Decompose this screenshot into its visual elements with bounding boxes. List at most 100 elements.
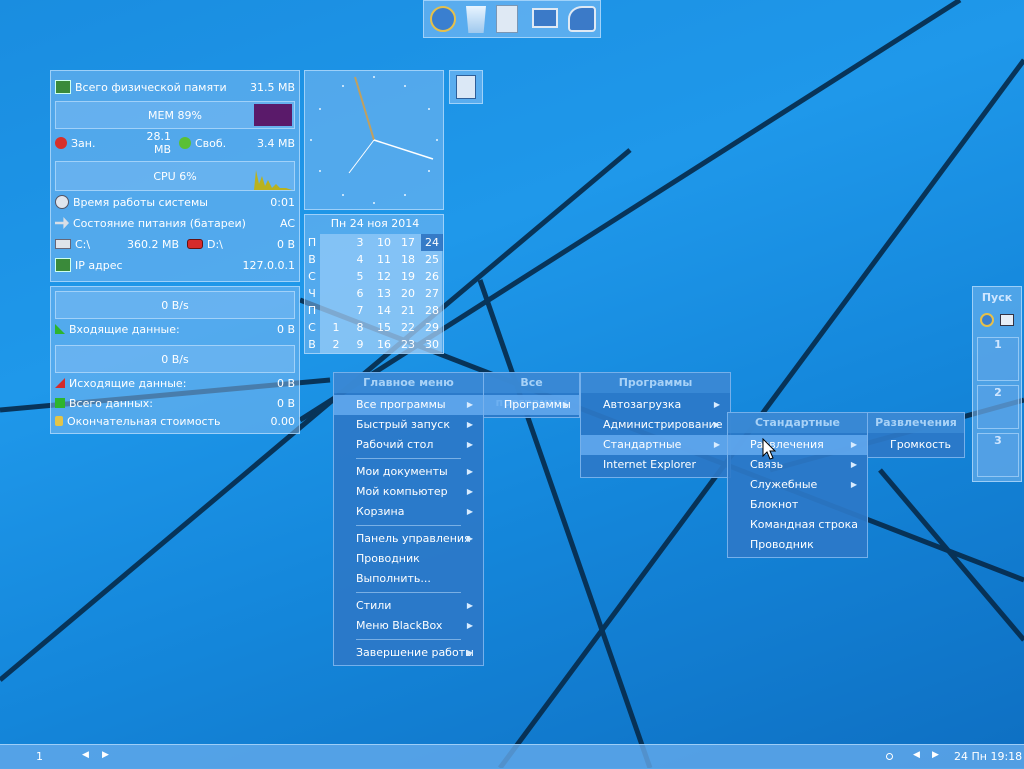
menu-item-accessories[interactable]: Стандартные ▶ — [581, 435, 730, 455]
memory-usage-label: MEM 89% — [148, 108, 202, 122]
calendar-today[interactable]: 24 — [421, 234, 443, 251]
ie-tray-icon[interactable] — [980, 313, 994, 327]
calendar-day[interactable]: 9 — [349, 336, 371, 353]
internet-explorer-icon[interactable] — [430, 6, 456, 32]
calendar-day[interactable]: 18 — [397, 251, 419, 268]
menu-item-desktop[interactable]: Рабочий стол ▶ — [334, 435, 483, 455]
total-data-label: Всего данных: — [69, 396, 153, 410]
calendar-day[interactable]: 20 — [397, 285, 419, 302]
calendar-day[interactable]: 2 — [325, 336, 347, 353]
menu-item-internet-explorer[interactable]: Internet Explorer — [581, 455, 730, 475]
calendar-day[interactable]: 15 — [373, 319, 395, 336]
menu-separator — [334, 589, 483, 596]
entertainment-menu: Развлечения Громкость — [867, 412, 965, 458]
menu-item-quick-launch[interactable]: Быстрый запуск ▶ — [334, 415, 483, 435]
workspace-1[interactable]: 1 — [977, 337, 1019, 381]
drive-c-value: 360.2 MB — [126, 237, 179, 251]
arrow-in-icon — [55, 324, 65, 334]
calendar-day[interactable]: 25 — [421, 251, 443, 268]
menu-item-administration[interactable]: Администрирование ▶ — [581, 415, 730, 435]
calendar-day[interactable]: 11 — [373, 251, 395, 268]
calendar-day[interactable]: 13 — [373, 285, 395, 302]
calendar-day[interactable]: 4 — [349, 251, 371, 268]
menu-item-recycle-bin[interactable]: Корзина ▶ — [334, 502, 483, 522]
coin-icon — [55, 416, 63, 426]
window-tray-icon[interactable] — [1000, 314, 1014, 326]
calendar-day[interactable]: 27 — [421, 285, 443, 302]
menu-item-run[interactable]: Выполнить... — [334, 569, 483, 589]
accessories-menu: Стандартные Развлечения ▶ Связь ▶ Служебны… — [727, 412, 868, 558]
prev-task-button[interactable]: ◀ — [913, 750, 920, 760]
menu-item-explorer[interactable]: Проводник — [334, 549, 483, 569]
menu-item-styles[interactable]: Стили ▶ — [334, 596, 483, 616]
calendar-day[interactable]: 12 — [373, 268, 395, 285]
calendar-day[interactable]: 8 — [349, 319, 371, 336]
total-memory-value: 31.5 MB — [249, 80, 295, 94]
submenu-arrow-icon: ▶ — [466, 440, 473, 449]
calendar-day[interactable]: 16 — [373, 336, 395, 353]
calendar-day[interactable]: 30 — [421, 336, 443, 353]
calendar-day[interactable]: 29 — [421, 319, 443, 336]
next-task-button[interactable]: ▶ — [932, 750, 939, 760]
menu-item-volume[interactable]: Громкость — [868, 435, 964, 455]
memory-icon — [55, 80, 71, 94]
check-icon — [179, 137, 191, 149]
incoming-rate-box: 0 B/s — [55, 291, 295, 319]
cpu-usage-label: CPU 6% — [153, 169, 197, 183]
menu-item-explorer-2[interactable]: Проводник — [728, 535, 867, 555]
menu-item-command-prompt[interactable]: Командная строка — [728, 515, 867, 535]
menu-item-all-programs[interactable]: Все программы ▶ — [334, 395, 483, 415]
my-computer-icon[interactable] — [532, 8, 558, 28]
analog-clock — [304, 70, 444, 210]
documents-icon[interactable] — [496, 5, 518, 33]
menu-item-startup[interactable]: Автозагрузка ▶ — [581, 395, 730, 415]
menu-item-my-computer[interactable]: Мой компьютер ▶ — [334, 482, 483, 502]
calendar-day[interactable]: 22 — [397, 319, 419, 336]
menu-item-notepad[interactable]: Блокнот — [728, 495, 867, 515]
submenu-arrow-icon: ▶ — [466, 400, 473, 409]
calendar-day[interactable]: 17 — [397, 234, 419, 251]
incoming-value: 0 B — [276, 322, 295, 336]
drive-c-label: C:\ — [75, 237, 91, 251]
menu-item-my-documents[interactable]: Мои документы ▶ — [334, 462, 483, 482]
calendar-day[interactable]: 14 — [373, 302, 395, 319]
menu-item-shutdown[interactable]: Завершение работы ▶ — [334, 643, 483, 663]
calendar-day[interactable]: 6 — [349, 285, 371, 302]
start-title[interactable]: Пуск — [973, 291, 1021, 304]
calendar-day[interactable]: 26 — [421, 268, 443, 285]
network-icon[interactable] — [568, 6, 596, 32]
recycle-bin-icon[interactable] — [466, 6, 486, 33]
menu-item-programs[interactable]: Программы ▶ — [484, 395, 579, 415]
menu-item-communications[interactable]: Связь ▶ — [728, 455, 867, 475]
calendar-day-name: П — [307, 304, 317, 317]
calendar-day[interactable]: 3 — [349, 234, 371, 251]
entertainment-menu-title: Развлечения — [868, 413, 964, 433]
memory-graph — [254, 104, 292, 126]
prev-workspace-button[interactable]: ◀ — [82, 750, 89, 760]
drives-row: C:\ 360.2 MB D:\ 0 B — [55, 234, 295, 254]
menu-separator — [334, 455, 483, 462]
menu-item-system-tools[interactable]: Служебные ▶ — [728, 475, 867, 495]
calendar-day[interactable]: 5 — [349, 268, 371, 285]
memory-usage-box: MEM 89% — [55, 101, 295, 129]
calendar-day[interactable]: 28 — [421, 302, 443, 319]
calendar-day[interactable]: 21 — [397, 302, 419, 319]
calendar-day[interactable]: 7 — [349, 302, 371, 319]
notepad-desktop-icon[interactable] — [449, 70, 483, 104]
ip-label: IP адрес — [75, 258, 123, 272]
calendar-day[interactable]: 23 — [397, 336, 419, 353]
submenu-arrow-icon: ▶ — [713, 400, 720, 409]
menu-item-control-panel[interactable]: Панель управления ▶ — [334, 529, 483, 549]
calendar-day[interactable]: 1 — [325, 319, 347, 336]
incoming-label: Входящие данные: — [69, 322, 180, 336]
calendar-day[interactable]: 10 — [373, 234, 395, 251]
tray-dot-icon[interactable] — [886, 753, 893, 760]
workspace-3[interactable]: 3 — [977, 433, 1019, 477]
next-workspace-button[interactable]: ▶ — [102, 750, 109, 760]
workspace-2[interactable]: 2 — [977, 385, 1019, 429]
menu-item-entertainment[interactable]: Развлечения ▶ — [728, 435, 867, 455]
outgoing-label: Исходящие данные: — [69, 376, 187, 390]
calendar-day[interactable]: 19 — [397, 268, 419, 285]
menu-item-blackbox-menu[interactable]: Меню BlackBox ▶ — [334, 616, 483, 636]
accessories-menu-title: Стандартные — [728, 413, 867, 433]
